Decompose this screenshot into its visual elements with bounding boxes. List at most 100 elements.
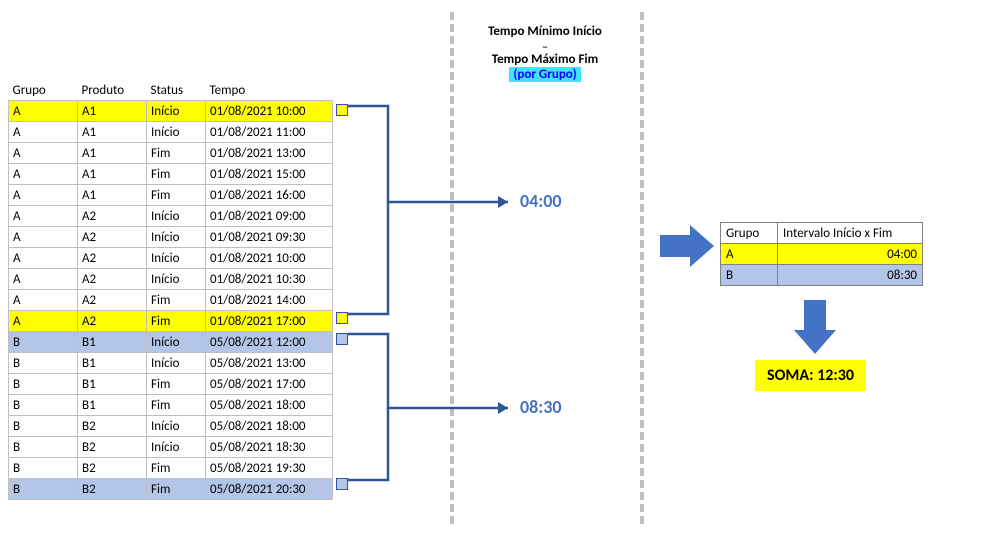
table-cell: B1 [78,395,147,416]
table-cell: B [9,395,78,416]
table-cell: Início [147,101,206,122]
col-grupo: Grupo [9,80,78,101]
table-cell: 05/08/2021 12:00 [206,332,333,353]
table-cell: A2 [78,206,147,227]
table-cell: A1 [78,164,147,185]
table-cell: B [9,332,78,353]
row-marker-yellow [336,312,348,324]
result-header-row: Grupo Intervalo Início x Fim [721,223,923,244]
table-cell: Início [147,122,206,143]
table-cell: A [9,290,78,311]
table-cell: Fim [147,479,206,500]
table-cell: 01/08/2021 14:00 [206,290,333,311]
table-cell: 05/08/2021 18:00 [206,395,333,416]
table-cell: B2 [78,479,147,500]
table-row: AA1Fim01/08/2021 15:00 [9,164,333,185]
table-row: AA1Início01/08/2021 10:00 [9,101,333,122]
table-cell: 05/08/2021 17:00 [206,374,333,395]
table-cell: Início [147,416,206,437]
col-tempo: Tempo [206,80,333,101]
table-cell: 05/08/2021 18:00 [206,416,333,437]
result-row: A04:00 [721,244,923,265]
table-cell: A [9,227,78,248]
arrow-right-icon [660,225,714,267]
arrow-down-icon [794,300,836,354]
table-cell: 01/08/2021 10:30 [206,269,333,290]
center-title-min: Tempo Mínimo Início [450,24,640,39]
table-cell: B2 [78,437,147,458]
table-cell: B [9,437,78,458]
table-cell: A1 [78,101,147,122]
table-row: AA2Início01/08/2021 09:00 [9,206,333,227]
table-cell: B [9,458,78,479]
table-cell: Início [147,353,206,374]
table-cell: A [9,122,78,143]
table-row: BB2Fim05/08/2021 19:30 [9,458,333,479]
table-cell: Início [147,227,206,248]
table-cell: A [9,185,78,206]
result-cell-intervalo: 04:00 [778,244,923,265]
table-cell: Início [147,206,206,227]
table-cell: 01/08/2021 17:00 [206,311,333,332]
row-marker-blue [336,478,348,490]
table-cell: B [9,479,78,500]
table-cell: B1 [78,374,147,395]
table-cell: 01/08/2021 10:00 [206,248,333,269]
table-cell: A2 [78,269,147,290]
table-row: BB2Início05/08/2021 18:00 [9,416,333,437]
table-cell: 05/08/2021 20:30 [206,479,333,500]
table-row: BB2Início05/08/2021 18:30 [9,437,333,458]
table-row: BB1Início05/08/2021 12:00 [9,332,333,353]
result-cell-grupo: A [721,244,778,265]
row-marker-yellow [336,104,348,116]
table-cell: B [9,374,78,395]
table-cell: A [9,269,78,290]
table-cell: A [9,206,78,227]
result-cell-intervalo: 08:30 [778,265,923,286]
table-header-row: Grupo Produto Status Tempo [9,80,333,101]
table-cell: A [9,101,78,122]
table-cell: B1 [78,353,147,374]
table-cell: 01/08/2021 13:00 [206,143,333,164]
table-cell: Início [147,269,206,290]
soma-total: SOMA: 12:30 [755,360,866,391]
bracket-group-a [348,100,528,330]
center-title-max: Tempo Máximo Fim (por Grupo) [450,52,640,82]
table-cell: B1 [78,332,147,353]
result-row: B08:30 [721,265,923,286]
center-title-max-text: Tempo Máximo Fim [492,52,598,67]
table-cell: A2 [78,290,147,311]
table-cell: A1 [78,122,147,143]
table-row: AA2Fim01/08/2021 17:00 [9,311,333,332]
table-row: AA1Início01/08/2021 11:00 [9,122,333,143]
table-row: BB1Fim05/08/2021 18:00 [9,395,333,416]
table-cell: A1 [78,143,147,164]
table-cell: Início [147,248,206,269]
table-cell: B [9,416,78,437]
table-cell: 05/08/2021 18:30 [206,437,333,458]
por-grupo-label: (por Grupo) [509,67,580,82]
result-table: Grupo Intervalo Início x Fim A04:00B08:3… [720,222,923,286]
table-cell: Início [147,437,206,458]
table-cell: 01/08/2021 16:00 [206,185,333,206]
table-cell: Fim [147,290,206,311]
table-row: BB1Fim05/08/2021 17:00 [9,374,333,395]
table-cell: Fim [147,185,206,206]
section-divider [450,12,454,524]
table-cell: Fim [147,374,206,395]
table-cell: Fim [147,395,206,416]
bracket-group-b [348,328,528,508]
table-cell: 01/08/2021 11:00 [206,122,333,143]
interval-value-a: 04:00 [520,190,561,212]
table-cell: 01/08/2021 09:00 [206,206,333,227]
table-cell: Fim [147,458,206,479]
table-cell: A [9,143,78,164]
result-col-intervalo: Intervalo Início x Fim [778,223,923,244]
table-cell: 01/08/2021 15:00 [206,164,333,185]
table-cell: A [9,311,78,332]
col-status: Status [147,80,206,101]
result-cell-grupo: B [721,265,778,286]
table-cell: Fim [147,311,206,332]
source-data-table: Grupo Produto Status Tempo AA1Início01/0… [8,80,333,500]
table-row: AA2Início01/08/2021 10:30 [9,269,333,290]
